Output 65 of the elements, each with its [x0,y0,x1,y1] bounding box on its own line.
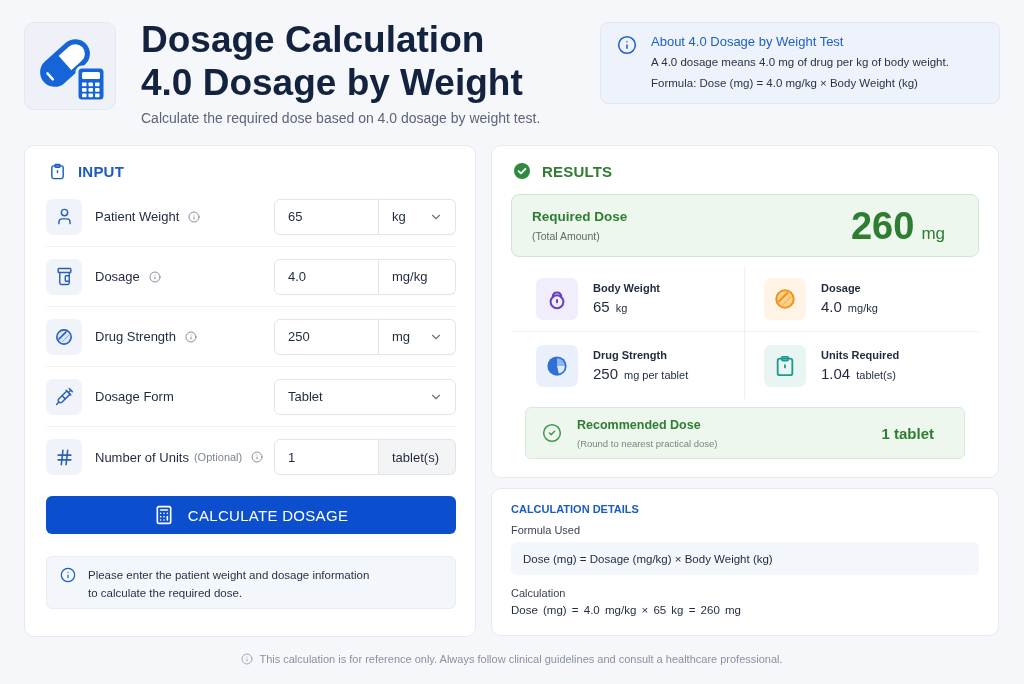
clipboard-icon [49,162,66,180]
tablet-icon [46,318,82,355]
person-icon [46,198,82,235]
field-label: Drug Strength [95,329,176,344]
hash-icon [46,439,82,475]
syringe-icon [46,378,82,415]
unit-addon: tablet(s) [379,439,456,475]
kettlebell-icon [536,277,578,320]
check-icon [514,163,530,179]
stat-unit: tablet(s) [856,369,896,381]
stat-label: Body Weight [593,282,660,294]
number-input[interactable]: 1 [274,439,379,475]
field-note: (Optional) [193,451,243,463]
clipboard-icon [764,344,806,387]
about-title: About 4.0 Dosage by Weight Test [651,34,845,50]
field-label: Dosage [95,269,140,284]
panel-title: INPUT [78,162,124,180]
required-dose-unit: mg [921,223,945,244]
page-title: Dosage Calculation [141,18,486,61]
formula-text: Dose (mg) = Dosage (mg/kg) × Body Weight (kg) [511,542,979,575]
stat-unit: mg/kg [847,302,878,314]
recommended-dose-label: Recommended Dose [577,417,702,432]
pie-chart-icon [536,344,578,387]
info-icon [241,653,254,665]
unit-dropdown[interactable]: mg [379,318,456,355]
field-label: Dosage Form [95,389,174,404]
stat-label: Drug Strength [593,349,668,361]
field-label: Number of Units [95,449,189,465]
disclaimer-text: This calculation is for reference only. Always follow clinical guidelines and consult a healthcare professional. [259,653,783,665]
field-label: Patient Weight [95,209,180,224]
required-dose-value: 260 [850,206,915,245]
calculation-label: Calculation [511,587,567,599]
number-input[interactable]: 4.0 [274,258,379,295]
formula-label: Formula Used [511,524,582,536]
info-icon [617,35,637,55]
stat-value: 65 [593,298,610,315]
hint-text: Please enter the patient weight and dosage information to calculate the required dose. [88,568,371,601]
stat-value: 1.04 [821,365,851,382]
required-dose-label: Required Dose [532,209,628,224]
calculate-button[interactable]: CALCULATE DOSAGE [46,496,456,534]
calculation-text: Dose (mg) = 4.0 mg/kg × 65 kg = 260 mg [511,604,742,616]
dosage-form-select[interactable]: Tablet [274,378,456,415]
recommended-dose-value: 1 tablet [881,424,934,442]
panel-title: RESULTS [542,162,613,180]
required-dose-sublabel: (Total Amount) [532,230,601,242]
number-input[interactable]: 65 [274,198,379,235]
tablet-icon [764,277,806,320]
pill-bottle-icon [46,258,82,295]
stat-value: 250 [593,365,619,382]
unit-field: mg/kg [379,258,456,295]
details-title: CALCULATION DETAILS [511,502,640,516]
info-icon [60,567,76,583]
about-text: A 4.0 dosage means 4.0 mg of drug per kg of body weight. [651,55,949,70]
stat-value: 4.0 [821,298,842,315]
stat-unit: kg [615,302,628,314]
recommended-dose-note: (Round to nearest practical dose) [577,437,718,449]
about-text: Formula: Dose (mg) = 4.0 mg/kg × Body Weight (kg) [651,76,919,91]
unit-dropdown[interactable]: kg [379,198,456,235]
stat-unit: mg per tablet [624,369,689,381]
page-title: 4.0 Dosage by Weight [141,61,524,104]
stat-label: Units Required [821,349,900,361]
number-input[interactable]: 250 [274,318,379,355]
check-circle-icon [542,423,562,443]
stat-label: Dosage [821,282,862,294]
page-subtitle: Calculate the required dose based on 4.0 dosage by weight test. [141,109,541,127]
